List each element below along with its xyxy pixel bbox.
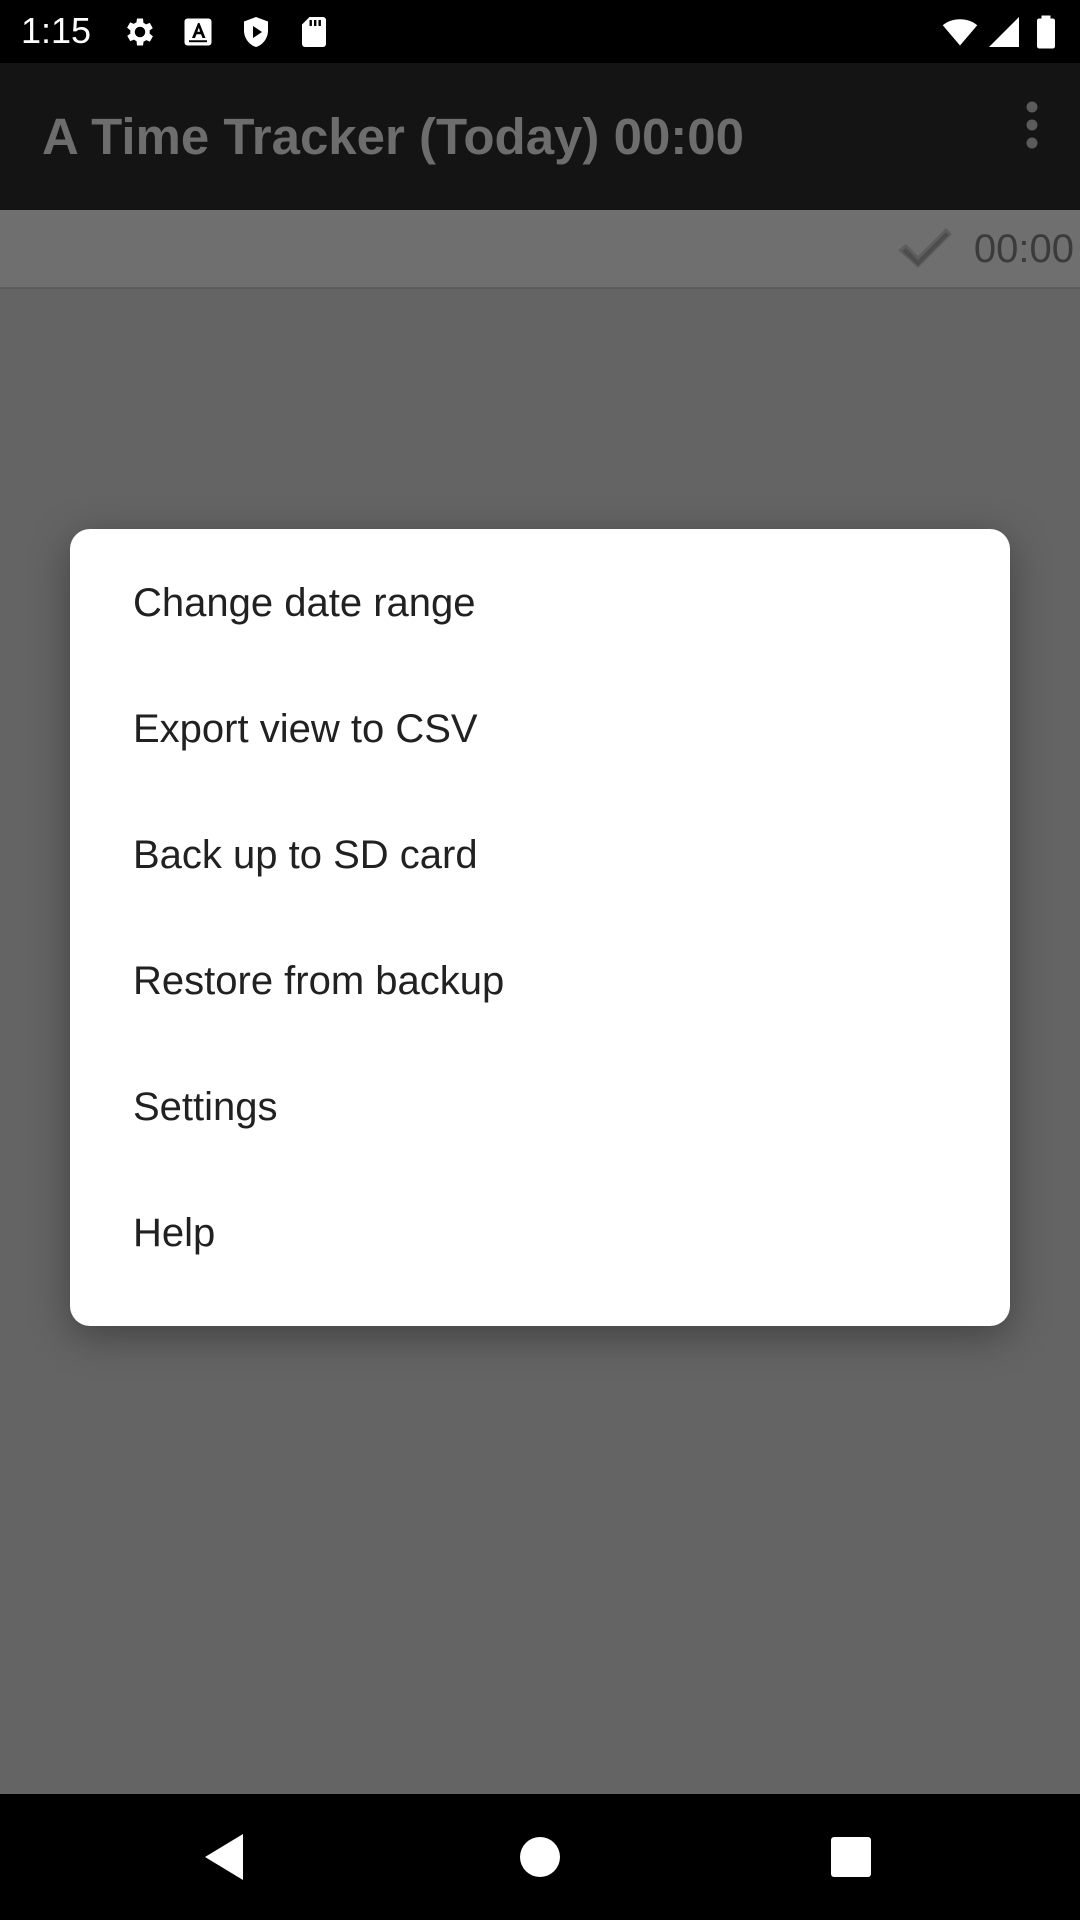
shield-play-icon [238, 14, 274, 50]
menu-item-settings[interactable]: Settings [70, 1044, 1010, 1170]
battery-icon [1032, 14, 1060, 50]
options-dialog: Change date range Export view to CSV Bac… [70, 529, 1010, 1326]
more-vertical-icon [1026, 101, 1038, 149]
summary-row: 00:00 [0, 210, 1080, 289]
checkmark-icon [896, 224, 954, 274]
menu-item-export-csv[interactable]: Export view to CSV [70, 666, 1010, 792]
more-options-button[interactable] [984, 83, 1080, 183]
sd-card-icon [296, 14, 332, 50]
back-icon[interactable] [189, 1822, 259, 1892]
wifi-icon [942, 14, 978, 50]
menu-item-change-date-range[interactable]: Change date range [70, 540, 1010, 666]
signal-icon [986, 14, 1022, 50]
app-title: A Time Tracker (Today) 00:00 [42, 108, 745, 165]
recents-icon[interactable] [816, 1822, 886, 1892]
summary-total-time: 00:00 [973, 227, 1074, 271]
gear-icon [122, 14, 158, 50]
app-bar: A Time Tracker (Today) 00:00 [0, 63, 1080, 210]
menu-item-backup-sd[interactable]: Back up to SD card [70, 792, 1010, 918]
status-bar: 1:15 [0, 0, 1080, 63]
menu-item-restore-backup[interactable]: Restore from backup [70, 918, 1010, 1044]
keyboard-a-icon [180, 14, 216, 50]
navigation-bar [0, 1794, 1080, 1920]
menu-item-help[interactable]: Help [70, 1170, 1010, 1296]
status-time: 1:15 [21, 10, 92, 51]
home-icon[interactable] [505, 1822, 575, 1892]
